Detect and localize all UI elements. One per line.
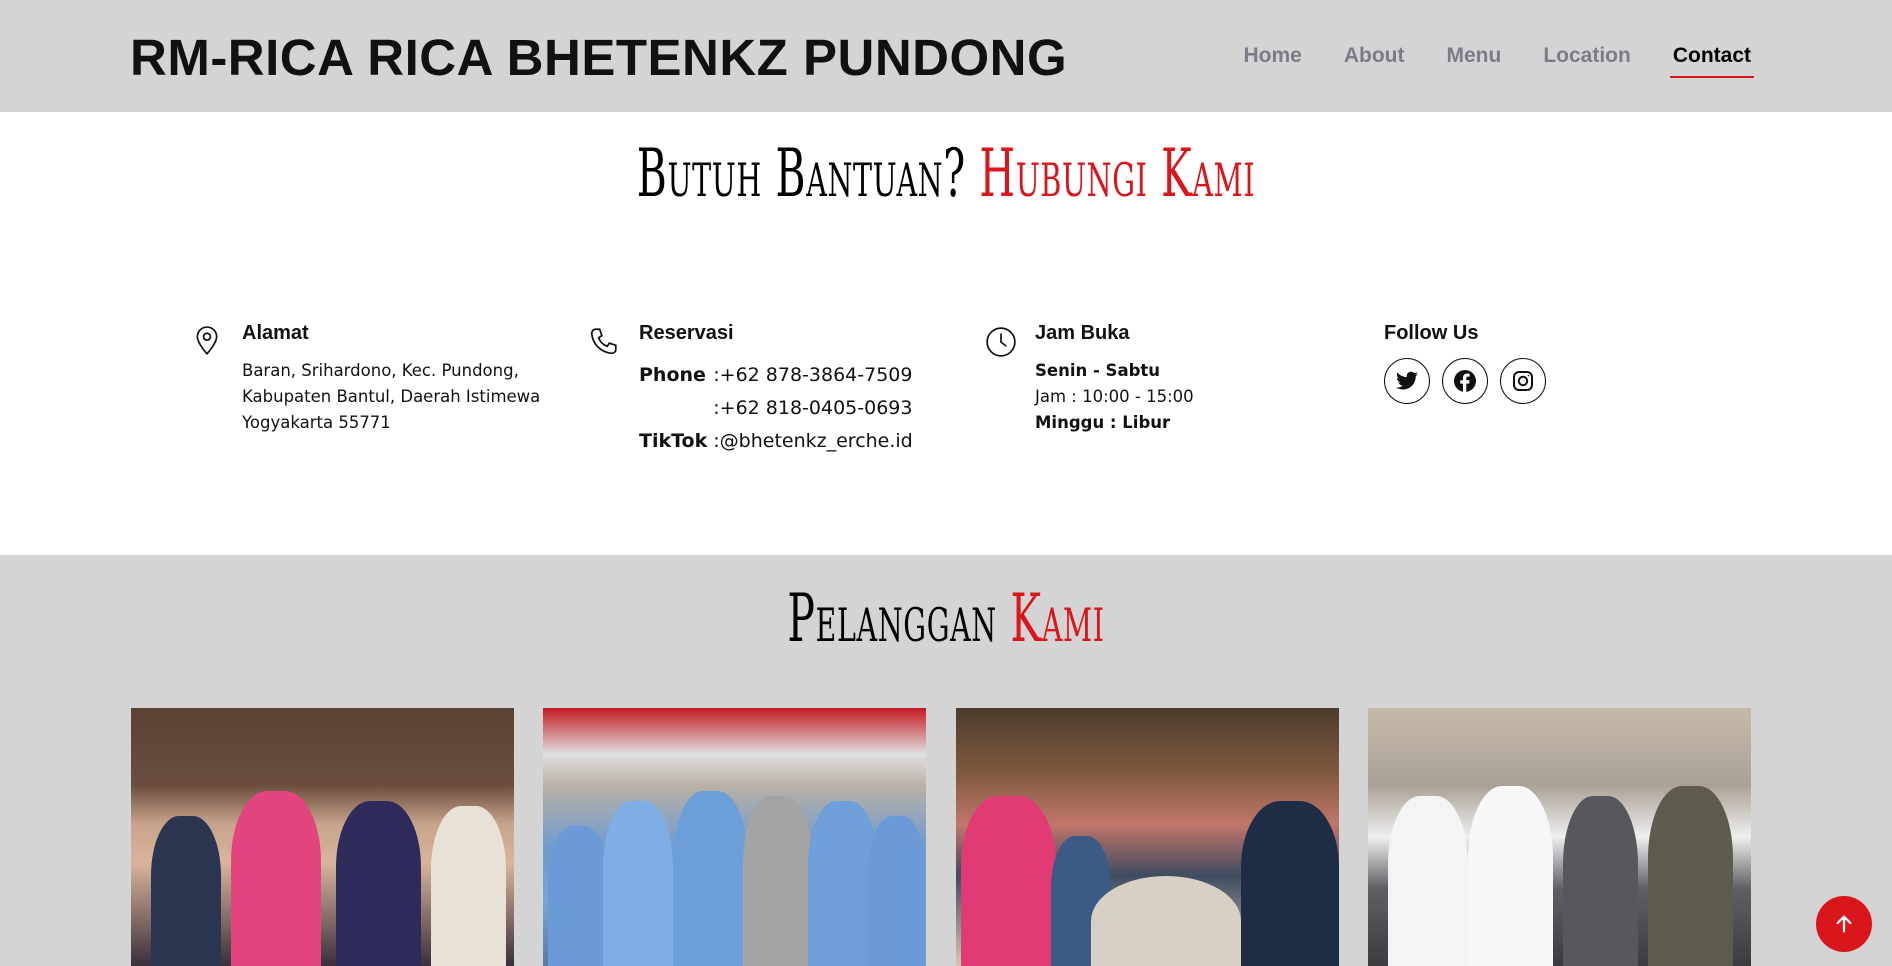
opening-hours-text: Senin - Sabtu Jam : 10:00 - 15:00 Minggu… — [1035, 358, 1295, 436]
opening-days: Senin - Sabtu — [1035, 361, 1161, 380]
contact-title-part1: Butuh Bantuan? — [636, 135, 966, 212]
address-heading: Alamat — [242, 322, 309, 344]
reservation-label: Phone — [639, 363, 706, 386]
site-brand[interactable]: RM-RICA RICA BHETENKZ PUNDONG — [130, 28, 1067, 87]
reservation-row: TikTok : @bhetenkz_erche.id — [639, 424, 913, 457]
customer-photo — [131, 708, 514, 966]
follow-us-heading: Follow Us — [1384, 322, 1479, 344]
customer-photo — [543, 708, 926, 966]
reservation-heading: Reservasi — [639, 322, 734, 344]
reservation-label: TikTok — [639, 429, 708, 452]
nav-menu[interactable]: Menu — [1447, 44, 1502, 78]
customers-section: Pelanggan Kami — [0, 555, 1892, 966]
nav-home[interactable]: Home — [1243, 44, 1301, 78]
reservation-table: Phone : +62 878-3864-7509 : +62 818-0405… — [639, 358, 913, 457]
address-text: Baran, Srihardono, Kec. Pundong, Kabupat… — [242, 361, 541, 432]
nav-about[interactable]: About — [1344, 44, 1405, 78]
reservation-row: Phone : +62 878-3864-7509 — [639, 358, 913, 391]
arrow-up-icon — [1836, 915, 1852, 933]
reservation-row: : +62 818-0405-0693 — [639, 391, 913, 424]
customers-section-title: Pelanggan Kami — [359, 580, 1532, 657]
social-links — [1384, 358, 1546, 404]
facebook-icon — [1454, 370, 1476, 392]
contact-title-part2: Hubungi Kami — [979, 135, 1256, 212]
opening-hours-heading: Jam Buka — [1035, 322, 1130, 344]
nav-location[interactable]: Location — [1543, 44, 1631, 78]
instagram-icon — [1513, 371, 1533, 391]
instagram-button[interactable] — [1500, 358, 1546, 404]
site-header: RM-RICA RICA BHETENKZ PUNDONG Home About… — [0, 0, 1892, 112]
follow-us-block: Follow Us — [1384, 322, 1546, 404]
map-pin-icon — [194, 326, 222, 358]
customer-photo — [956, 708, 1339, 966]
contact-section-title: Butuh Bantuan? Hubungi Kami — [359, 135, 1532, 212]
customers-title-part1: Pelanggan — [787, 580, 997, 657]
customer-photo — [1368, 708, 1751, 966]
nav-contact[interactable]: Contact — [1669, 44, 1755, 78]
reservation-label — [639, 391, 713, 424]
reservation-phone-1[interactable]: +62 878-3864-7509 — [720, 358, 913, 391]
closed-day: Minggu : Libur — [1035, 413, 1171, 432]
customers-title-part2: Kami — [1010, 580, 1105, 657]
back-to-top-button[interactable] — [1816, 896, 1872, 952]
reservation-phone-2[interactable]: +62 818-0405-0693 — [720, 391, 913, 424]
clock-icon — [985, 326, 1016, 358]
opening-hours: Jam : 10:00 - 15:00 — [1035, 387, 1194, 406]
reservation-tiktok[interactable]: @bhetenkz_erche.id — [720, 424, 913, 457]
phone-icon — [589, 326, 617, 358]
twitter-icon — [1396, 371, 1418, 390]
facebook-button[interactable] — [1442, 358, 1488, 404]
twitter-button[interactable] — [1384, 358, 1430, 404]
main-nav: Home About Menu Location Contact — [1201, 44, 1755, 78]
